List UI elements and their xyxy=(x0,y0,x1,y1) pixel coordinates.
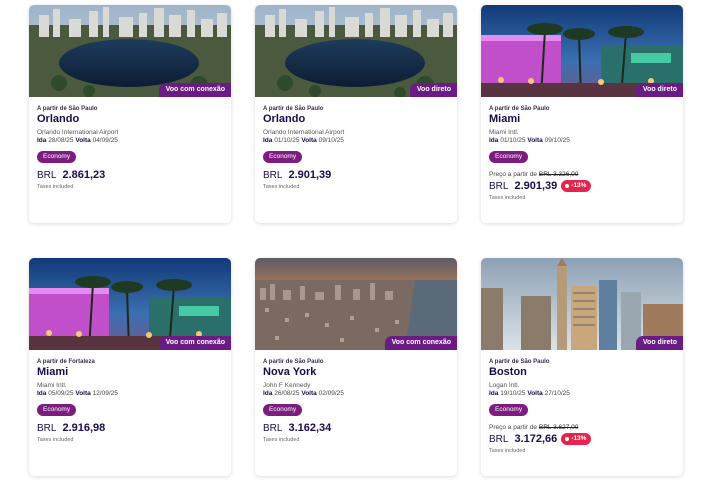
price-amount: 2.916,98 xyxy=(62,422,106,434)
price-amount: 3.172,66 xyxy=(514,433,558,445)
fare-class-chip: Economy xyxy=(37,404,77,416)
destination-city: Boston xyxy=(489,366,527,378)
discount-badge: -13% xyxy=(561,180,592,192)
airport-name: Miami Intl. xyxy=(37,382,67,389)
origin-label: A partir de São Paulo xyxy=(263,359,324,365)
taxes-note: Taxes included xyxy=(489,448,526,454)
currency: BRL xyxy=(489,180,509,192)
tag-icon xyxy=(565,437,570,441)
price: BRL 2.861,23 xyxy=(37,169,223,181)
price-amount: 2.861,23 xyxy=(62,169,106,181)
airport-name: Orlando International Airport xyxy=(263,129,345,136)
origin-label: A partir de São Paulo xyxy=(37,106,98,112)
price: BRL 2.901,39 xyxy=(263,169,449,181)
flight-type-badge: Voo com conexão xyxy=(158,83,231,97)
origin-label: A partir de São Paulo xyxy=(489,106,550,112)
taxes-note: Taxes included xyxy=(37,184,74,190)
travel-dates: Ida 28/08/25 Volta 04/09/25 xyxy=(37,137,118,144)
origin-label: A partir de São Paulo xyxy=(263,106,324,112)
destination-card[interactable]: Voo com conexão A partir de São Paulo No… xyxy=(255,258,457,476)
price: BRL 2.916,98 xyxy=(37,422,223,434)
destination-photo: Voo com conexão xyxy=(29,5,231,97)
travel-dates: Ida 05/09/25 Volta 12/09/25 xyxy=(37,390,118,397)
fare-class-chip: Economy xyxy=(263,404,303,416)
destination-city: Orlando xyxy=(37,113,80,125)
destination-card[interactable]: Voo direto A partir de São Paulo Miami M… xyxy=(481,5,683,223)
original-price-line: Preço a partir de BRL 3.627,00 xyxy=(489,424,579,431)
destination-card[interactable]: Voo direto A partir de São Paulo Boston … xyxy=(481,258,683,476)
flight-type-badge: Voo direto xyxy=(409,83,457,97)
tag-icon xyxy=(565,184,570,188)
original-price: BRL 3.326,00 xyxy=(538,171,579,178)
destination-city: Orlando xyxy=(263,113,306,125)
fare-class-chip: Economy xyxy=(489,404,529,416)
flight-type-badge: Voo direto xyxy=(635,83,683,97)
fare-class-chip: Economy xyxy=(37,151,77,163)
airport-name: Logan Intl. xyxy=(489,382,520,389)
destination-photo: Voo direto xyxy=(255,5,457,97)
destination-city: Nova York xyxy=(263,366,317,378)
price: BRL 3.162,34 xyxy=(263,422,449,434)
airport-name: John F Kennedy xyxy=(263,382,311,389)
destination-city: Miami xyxy=(489,113,521,125)
destination-card[interactable]: Voo com conexão A partir de Fortaleza Mi… xyxy=(29,258,231,476)
travel-dates: Ida 01/10/25 Volta 09/10/25 xyxy=(489,137,570,144)
origin-label: A partir de Fortaleza xyxy=(37,359,95,365)
airport-name: Miami Intl. xyxy=(489,129,519,136)
taxes-note: Taxes included xyxy=(489,195,526,201)
discount-badge: -13% xyxy=(561,433,592,445)
destination-photo: Voo direto xyxy=(481,5,683,97)
destination-photo: Voo com conexão xyxy=(29,258,231,350)
destination-photo: Voo com conexão xyxy=(255,258,457,350)
destination-photo: Voo direto xyxy=(481,258,683,350)
flight-type-badge: Voo com conexão xyxy=(158,336,231,350)
currency: BRL xyxy=(489,433,509,445)
price-amount: 2.901,39 xyxy=(288,169,332,181)
price-amount: 2.901,39 xyxy=(514,180,558,192)
travel-dates: Ida 19/10/25 Volta 27/10/25 xyxy=(489,390,570,397)
currency: BRL xyxy=(263,169,283,181)
destination-city: Miami xyxy=(37,366,69,378)
airport-name: Orlando International Airport xyxy=(37,129,119,136)
currency: BRL xyxy=(263,422,283,434)
origin-label: A partir de São Paulo xyxy=(489,359,550,365)
currency: BRL xyxy=(37,422,57,434)
original-price-line: Preço a partir de BRL 3.326,00 xyxy=(489,171,579,178)
taxes-note: Taxes included xyxy=(263,184,300,190)
original-price: BRL 3.627,00 xyxy=(538,424,579,431)
travel-dates: Ida 01/10/25 Volta 09/10/25 xyxy=(263,137,344,144)
destination-card[interactable]: Voo direto A partir de São Paulo Orlando… xyxy=(255,5,457,223)
currency: BRL xyxy=(37,169,57,181)
price-amount: 3.162,34 xyxy=(288,422,332,434)
flight-type-badge: Voo com conexão xyxy=(384,336,457,350)
travel-dates: Ida 26/08/25 Volta 02/09/25 xyxy=(263,390,344,397)
taxes-note: Taxes included xyxy=(263,437,300,443)
taxes-note: Taxes included xyxy=(37,437,74,443)
price: BRL 3.172,66 -13% xyxy=(489,433,675,445)
fare-class-chip: Economy xyxy=(263,151,303,163)
flight-type-badge: Voo direto xyxy=(635,336,683,350)
destination-card[interactable]: Voo com conexão A partir de São Paulo Or… xyxy=(29,5,231,223)
price: BRL 2.901,39 -13% xyxy=(489,180,675,192)
fare-class-chip: Economy xyxy=(489,151,529,163)
